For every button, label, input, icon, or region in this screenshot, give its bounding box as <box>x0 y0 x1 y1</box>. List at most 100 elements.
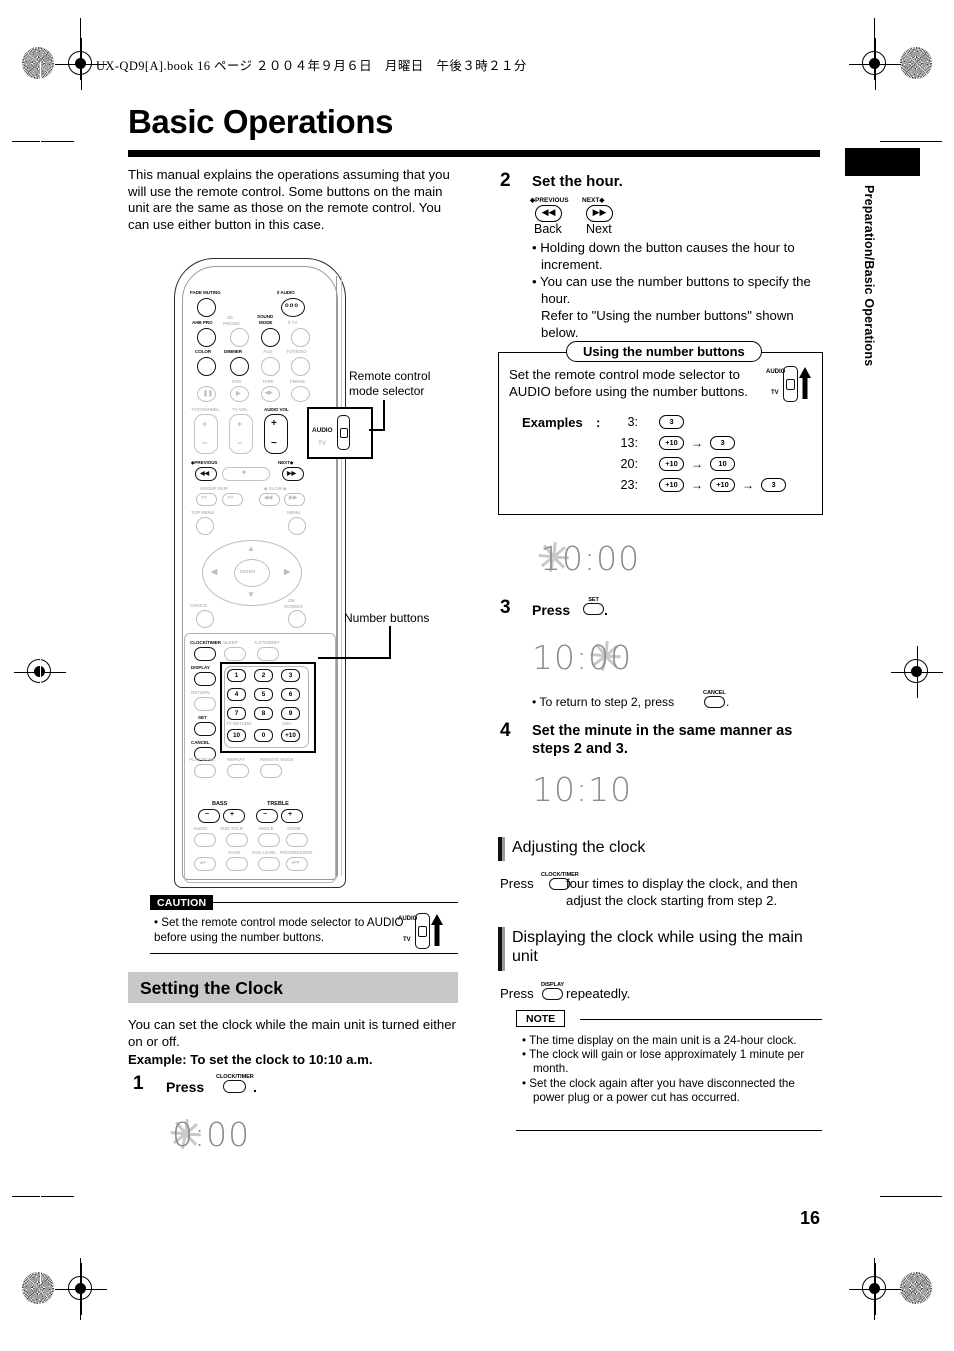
button-tv-video[interactable] <box>291 357 310 376</box>
button-sound-mode[interactable] <box>261 328 280 347</box>
number-button-6[interactable]: 6 <box>281 688 300 701</box>
registration-mark-tr <box>849 38 901 90</box>
button-play-mode[interactable] <box>194 764 216 778</box>
label-tv-video: TV/VIDEO <box>286 349 307 354</box>
button-3d-phonic[interactable] <box>230 328 249 347</box>
icon-nav-right: ▶ <box>284 567 291 576</box>
label-bass: BASS <box>212 801 228 807</box>
step3-cancel-oval <box>703 696 725 708</box>
step1-clock-timer-button[interactable]: CLOCK/TIMER <box>216 1074 254 1093</box>
button-clock-timer[interactable] <box>194 647 216 661</box>
example-4-arrow-2: → <box>742 478 754 492</box>
button-sub-title[interactable] <box>226 833 248 847</box>
label-dimmer: DIMMER <box>224 349 243 354</box>
number-button-10[interactable]: 10 <box>227 729 246 742</box>
number-buttons-info-text: Set the remote control mode selector to … <box>509 367 748 399</box>
button-display[interactable] <box>194 672 216 686</box>
registration-mark-br <box>849 1263 901 1315</box>
button-top-menu[interactable] <box>196 517 214 535</box>
caution-selector-knob <box>418 926 427 937</box>
button-repeat[interactable] <box>227 764 249 778</box>
button-menu[interactable] <box>288 517 306 535</box>
number-button-plus10[interactable]: +10 <box>281 729 300 742</box>
label-ahb-pro: AHB PRO <box>192 320 213 325</box>
button-page[interactable] <box>226 857 248 871</box>
step2-next-text: Next <box>586 222 612 236</box>
intro-paragraph: This manual explains the operations assu… <box>128 167 450 232</box>
step3-cancel-cap: CANCEL <box>703 690 726 696</box>
mode-selector-knob[interactable] <box>340 428 348 438</box>
side-tab-block <box>845 148 920 176</box>
label-menu: MENU <box>287 510 301 515</box>
side-tab-label: Preparation/Basic Operations <box>862 185 876 367</box>
label-fm-am: FM/AM <box>290 379 305 384</box>
label-choice: CHOICE <box>190 603 208 608</box>
icon-slow-back: ◀◀ <box>264 495 273 501</box>
number-button-5[interactable]: 5 <box>254 688 273 701</box>
button-aux[interactable] <box>261 357 280 376</box>
button-ahb-pro[interactable] <box>197 328 216 347</box>
number-button-0[interactable]: 0 <box>254 729 273 742</box>
button-choice[interactable] <box>196 610 214 628</box>
label-previous: ◆PREVIOUS <box>191 460 218 465</box>
button-on-screen[interactable] <box>288 610 306 628</box>
button-a-standby[interactable] <box>257 647 279 661</box>
button-dvd-level[interactable] <box>258 857 280 871</box>
infobox-up-arrow-icon <box>799 367 811 399</box>
label-sub-title: SUB TITLE <box>220 826 243 831</box>
button-angle[interactable] <box>258 833 280 847</box>
example-4-key-3: 3 <box>761 478 786 492</box>
registration-mark-bl <box>55 1263 107 1315</box>
number-button-9[interactable]: 9 <box>281 707 300 720</box>
number-button-7[interactable]: 7 <box>227 707 246 720</box>
button-bass-plus[interactable] <box>223 809 245 823</box>
button-standby-tv[interactable] <box>291 328 310 347</box>
step3-cancel-button[interactable]: CANCEL <box>703 690 726 708</box>
icon-tv-channel-plus: + <box>202 419 208 429</box>
number-button-1[interactable]: 1 <box>227 669 246 682</box>
example-3-value: 20: <box>620 457 638 471</box>
button-audio[interactable] <box>194 833 216 847</box>
button-treble-plus[interactable] <box>281 809 303 823</box>
page-number: 16 <box>800 1208 821 1228</box>
number-button-2[interactable]: 2 <box>254 669 273 682</box>
label-dvd-level: DVD LEVEL <box>252 850 277 855</box>
setting-clock-heading-band: Setting the Clock <box>128 972 458 1003</box>
button-sleep[interactable] <box>224 647 246 661</box>
button-fade-muting[interactable] <box>197 298 216 317</box>
button-zoom[interactable] <box>286 833 308 847</box>
example-row-4: 23: +10 → +10 → 3 <box>612 478 786 497</box>
button-bass-minus[interactable] <box>198 809 220 823</box>
button-remote-mode[interactable] <box>260 764 282 778</box>
icon-next: ▶▶ <box>287 471 297 477</box>
step2-back-button[interactable]: ◀◀ <box>535 205 562 222</box>
icon-tv-channel-minus: − <box>202 438 208 448</box>
label-audio: AUDIO <box>193 826 208 831</box>
label-standby-tv: /I TV <box>288 320 298 325</box>
button-dimmer[interactable] <box>230 357 249 376</box>
step2-next-button[interactable]: ▶▶ <box>586 205 613 222</box>
number-button-8[interactable]: 8 <box>254 707 273 720</box>
button-set[interactable] <box>194 722 216 736</box>
button-color[interactable] <box>197 357 216 376</box>
step3-button-cap: SET <box>588 597 599 603</box>
callout-number-buttons-text: Number buttons <box>344 611 430 625</box>
button-fm-am[interactable] <box>291 386 310 402</box>
number-button-4[interactable]: 4 <box>227 688 246 701</box>
infobox-selector-icon: AUDIO TV <box>766 366 812 402</box>
step3-set-button[interactable]: SET <box>583 597 604 615</box>
caution-bottom-rule <box>150 953 458 955</box>
number-button-3[interactable]: 3 <box>281 669 300 682</box>
example-3-key-1: +10 <box>659 457 684 471</box>
step3-button-oval <box>583 603 604 615</box>
displaying-display-button[interactable]: DISPLAY <box>541 982 564 1000</box>
adjusting-text: four times to display the clock, and the… <box>566 876 798 908</box>
button-stop[interactable] <box>222 467 270 481</box>
infobox-selector-tv: TV <box>771 390 779 396</box>
label-on-screen: ON <box>288 598 295 603</box>
callout-number-buttons-vline <box>389 626 391 658</box>
button-treble-minus[interactable] <box>256 809 278 823</box>
number-buttons-info-title: Using the number buttons <box>566 341 762 362</box>
icon-audio-vol-minus: − <box>271 438 277 449</box>
button-return[interactable] <box>194 697 216 711</box>
